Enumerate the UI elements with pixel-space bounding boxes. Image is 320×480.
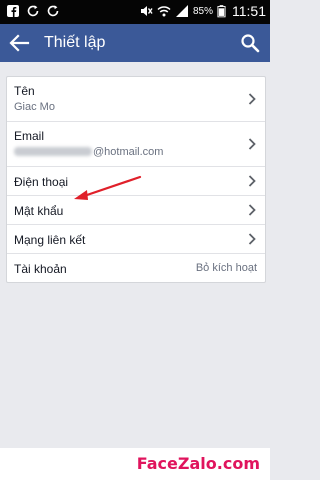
setting-value: Giac Mo (14, 101, 55, 113)
mute-icon (140, 6, 153, 16)
deactivate-link[interactable]: Bỏ kích hoạt (196, 262, 257, 274)
settings-list: Tên Giac Mo Email @hotmail.com Điện thoạ… (6, 76, 266, 283)
blurred-text (14, 147, 92, 156)
clock: 11:51 (232, 3, 266, 19)
status-bar-left (6, 4, 60, 18)
setting-label: Mật khẩu (14, 204, 64, 218)
setting-value: @hotmail.com (14, 146, 163, 158)
facebook-icon (7, 5, 19, 17)
chevron-right-icon (248, 138, 256, 150)
status-bar-right: 85% 11:51 (139, 3, 266, 19)
setting-label: Tên (14, 84, 35, 98)
setting-row-name[interactable]: Tên Giac Mo (7, 77, 265, 121)
setting-row-password[interactable]: Mật khẩu (7, 195, 265, 224)
setting-row-email[interactable]: Email @hotmail.com (7, 121, 265, 166)
watermark: FaceZalo.com (136, 454, 260, 473)
email-domain: @hotmail.com (93, 146, 164, 158)
arrow-left-icon[interactable] (8, 33, 30, 53)
setting-label: Tài khoản (14, 262, 67, 276)
chevron-right-icon (248, 93, 256, 105)
setting-row-account: Tài khoản Bỏ kích hoạt (7, 253, 265, 282)
wifi-icon (157, 6, 171, 17)
footer-strip: FaceZalo.com (0, 448, 270, 480)
chevron-right-icon (248, 204, 256, 216)
setting-label: Email (14, 129, 45, 143)
setting-row-linked-accounts[interactable]: Mạng liên kết (7, 224, 265, 253)
sync-icon (47, 5, 59, 17)
battery-icon (217, 5, 226, 18)
signal-icon (175, 5, 188, 17)
setting-label: Điện thoại (14, 175, 69, 189)
setting-label: Mạng liên kết (14, 233, 86, 247)
setting-row-phone[interactable]: Điện thoại (7, 166, 265, 195)
status-bar: 85% 11:51 (0, 0, 270, 24)
sync-icon (27, 5, 39, 17)
search-icon[interactable] (240, 33, 260, 53)
app-bar: Thiết lập (0, 24, 270, 62)
battery-percent: 85% (192, 5, 213, 17)
chevron-right-icon (248, 175, 256, 187)
chevron-right-icon (248, 233, 256, 245)
page-title: Thiết lập (44, 34, 106, 51)
